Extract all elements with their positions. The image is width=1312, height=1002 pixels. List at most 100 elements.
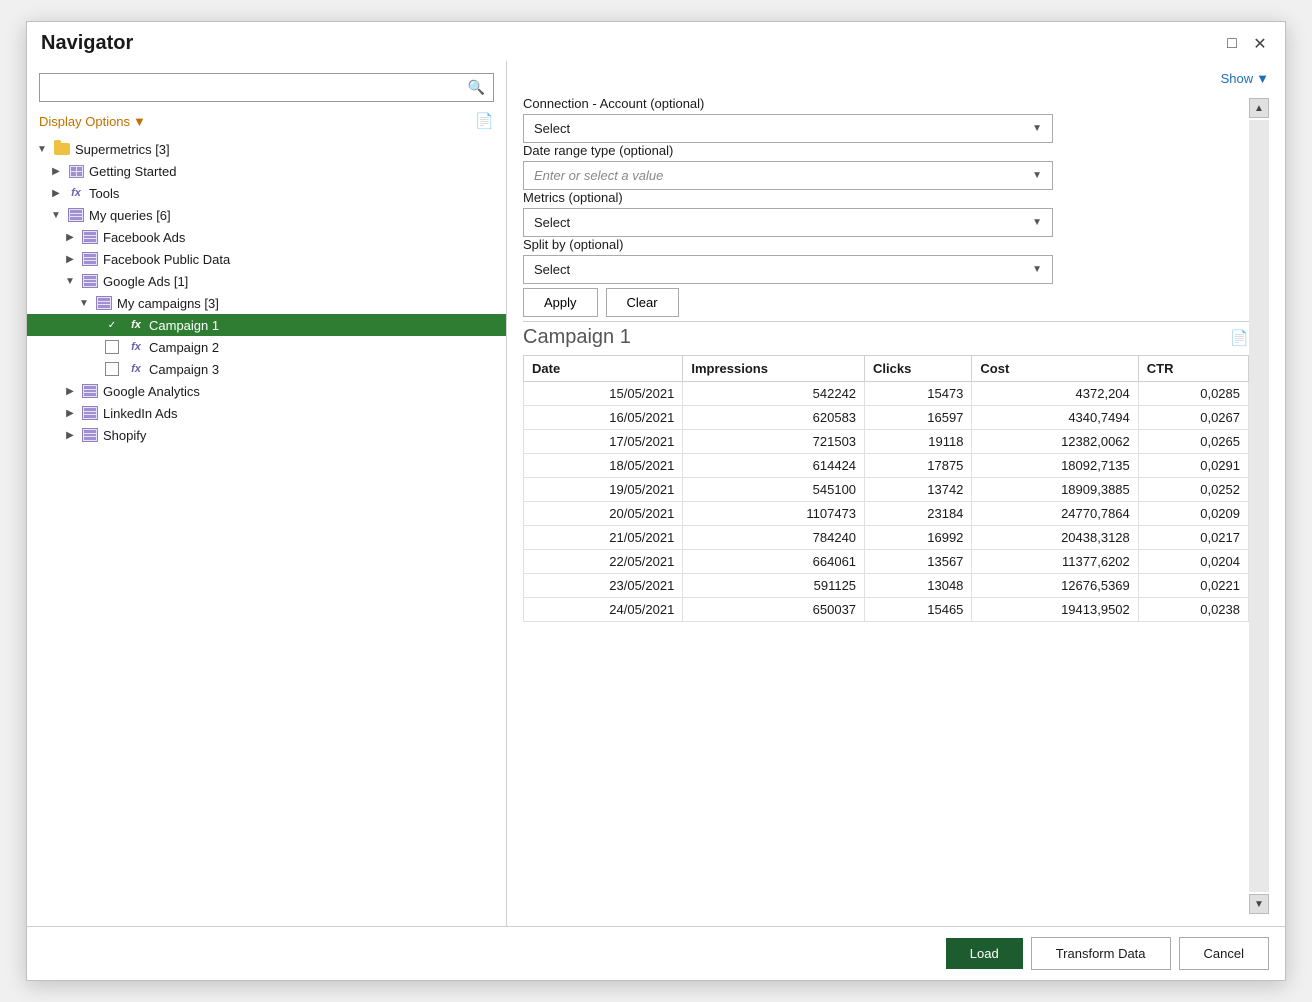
- display-options-link[interactable]: Display Options ▼: [39, 114, 146, 129]
- table-cell: 0,0209: [1138, 502, 1248, 526]
- search-button[interactable]: 🔍: [460, 74, 493, 101]
- table-row: 22/05/20216640611356711377,62020,0204: [524, 550, 1249, 574]
- table-cell: 16/05/2021: [524, 406, 683, 430]
- chevron-icon: ▼: [63, 274, 77, 288]
- table2-icon: [81, 251, 99, 267]
- divider: [523, 321, 1249, 322]
- fx-icon: fx: [127, 361, 145, 377]
- display-options-label: Display Options: [39, 114, 130, 129]
- col-cost: Cost: [972, 356, 1138, 382]
- chevron-icon: ▼: [49, 208, 63, 222]
- connection-select[interactable]: Select ▼: [523, 114, 1053, 143]
- table-row: 23/05/20215911251304812676,53690,0221: [524, 574, 1249, 598]
- table-cell: 19413,9502: [972, 598, 1138, 622]
- tree-item-label: Campaign 1: [149, 318, 219, 333]
- checkbox-campaign3[interactable]: [105, 362, 119, 376]
- tree-item-my-queries[interactable]: ▼ My queries [6]: [27, 204, 506, 226]
- table-cell: 0,0291: [1138, 454, 1248, 478]
- transform-button[interactable]: Transform Data: [1031, 937, 1171, 970]
- preview-header: Campaign 1 📄: [523, 326, 1249, 349]
- tree-item-my-campaigns[interactable]: ▼ My campaigns [3]: [27, 292, 506, 314]
- splitby-field-group: Split by (optional) Select ▼: [523, 237, 1249, 284]
- col-clicks: Clicks: [865, 356, 972, 382]
- table-header-row: Date Impressions Clicks Cost CTR: [524, 356, 1249, 382]
- right-panel-wrapper: Connection - Account (optional) Select ▼…: [523, 96, 1269, 916]
- chevron-icon: [91, 340, 105, 354]
- display-options-chevron: ▼: [133, 114, 146, 129]
- table-row: 21/05/20217842401699220438,31280,0217: [524, 526, 1249, 550]
- tree-item-facebook-public[interactable]: ▶ Facebook Public Data: [27, 248, 506, 270]
- table2-icon: [81, 383, 99, 399]
- table-cell: 13567: [865, 550, 972, 574]
- preview-export-button[interactable]: 📄: [1230, 329, 1249, 347]
- scroll-down-arrow[interactable]: ▼: [1249, 894, 1269, 914]
- table-cell: 4340,7494: [972, 406, 1138, 430]
- daterange-label: Date range type (optional): [523, 143, 1249, 158]
- tree-item-label: Campaign 3: [149, 362, 219, 377]
- fx-icon: fx: [127, 339, 145, 355]
- tree-item-campaign3[interactable]: fx Campaign 3: [27, 358, 506, 380]
- table-cell: 0,0238: [1138, 598, 1248, 622]
- metrics-field-group: Metrics (optional) Select ▼: [523, 190, 1249, 237]
- display-options-bar: Display Options ▼ 📄: [27, 108, 506, 136]
- metrics-select[interactable]: Select ▼: [523, 208, 1053, 237]
- chevron-icon: ▶: [49, 186, 63, 200]
- daterange-field-group: Date range type (optional) Enter or sele…: [523, 143, 1249, 190]
- table2-icon: [81, 405, 99, 421]
- col-ctr: CTR: [1138, 356, 1248, 382]
- minimize-button[interactable]: □: [1221, 33, 1243, 55]
- connection-arrow: ▼: [1032, 123, 1042, 134]
- tree-item-tools[interactable]: ▶ fx Tools: [27, 182, 506, 204]
- clear-button[interactable]: Clear: [606, 288, 679, 317]
- tree-item-google-ads[interactable]: ▼ Google Ads [1]: [27, 270, 506, 292]
- apply-button[interactable]: Apply: [523, 288, 598, 317]
- export-icon-button[interactable]: 📄: [475, 112, 494, 130]
- tree-item-getting-started[interactable]: ▶ Getting Started: [27, 160, 506, 182]
- data-table: Date Impressions Clicks Cost CTR 15/05/2…: [523, 355, 1249, 622]
- close-button[interactable]: ✕: [1249, 33, 1271, 55]
- tree-item-label: My queries [6]: [89, 208, 171, 223]
- fx-icon: fx: [127, 317, 145, 333]
- chevron-icon: ▶: [63, 230, 77, 244]
- table-cell: 15/05/2021: [524, 382, 683, 406]
- table-cell: 12382,0062: [972, 430, 1138, 454]
- checkbox-campaign2[interactable]: [105, 340, 119, 354]
- table-cell: 0,0204: [1138, 550, 1248, 574]
- tree-item-supermetrics[interactable]: ▼ Supermetrics [3]: [27, 138, 506, 160]
- right-header: Show ▼: [523, 71, 1269, 86]
- table-cell: 0,0252: [1138, 478, 1248, 502]
- tree-item-campaign2[interactable]: fx Campaign 2: [27, 336, 506, 358]
- window-title: Navigator: [41, 32, 133, 55]
- table-cell: 13742: [865, 478, 972, 502]
- chevron-icon: ▶: [49, 164, 63, 178]
- table-cell: 0,0221: [1138, 574, 1248, 598]
- tree-item-campaign1[interactable]: ✓ fx Campaign 1: [27, 314, 506, 336]
- tree-item-label: Campaign 2: [149, 340, 219, 355]
- chevron-icon: ▶: [63, 252, 77, 266]
- load-button[interactable]: Load: [946, 938, 1023, 969]
- chevron-icon: [91, 318, 105, 332]
- scroll-up-arrow[interactable]: ▲: [1249, 98, 1269, 118]
- splitby-value: Select: [534, 262, 570, 277]
- col-date: Date: [524, 356, 683, 382]
- table-cell: 19118: [865, 430, 972, 454]
- daterange-select[interactable]: Enter or select a value ▼: [523, 161, 1053, 190]
- table-cell: 17875: [865, 454, 972, 478]
- table-cell: 24/05/2021: [524, 598, 683, 622]
- table-cell: 542242: [683, 382, 865, 406]
- splitby-select[interactable]: Select ▼: [523, 255, 1053, 284]
- tree-item-shopify[interactable]: ▶ Shopify: [27, 424, 506, 446]
- show-button[interactable]: Show ▼: [1221, 71, 1269, 86]
- checkbox-campaign1[interactable]: ✓: [105, 318, 119, 332]
- chevron-icon: ▶: [63, 406, 77, 420]
- table-cell: 22/05/2021: [524, 550, 683, 574]
- tree-item-facebook-ads[interactable]: ▶ Facebook Ads: [27, 226, 506, 248]
- tree-item-label: LinkedIn Ads: [103, 406, 177, 421]
- search-input[interactable]: [40, 75, 460, 100]
- table-cell: 784240: [683, 526, 865, 550]
- tree-item-google-analytics[interactable]: ▶ Google Analytics: [27, 380, 506, 402]
- table-cell: 1107473: [683, 502, 865, 526]
- content-area: 🔍 Display Options ▼ 📄 ▼ Supermetrics [3]: [27, 61, 1285, 926]
- tree-item-linkedin-ads[interactable]: ▶ LinkedIn Ads: [27, 402, 506, 424]
- cancel-button[interactable]: Cancel: [1179, 937, 1269, 970]
